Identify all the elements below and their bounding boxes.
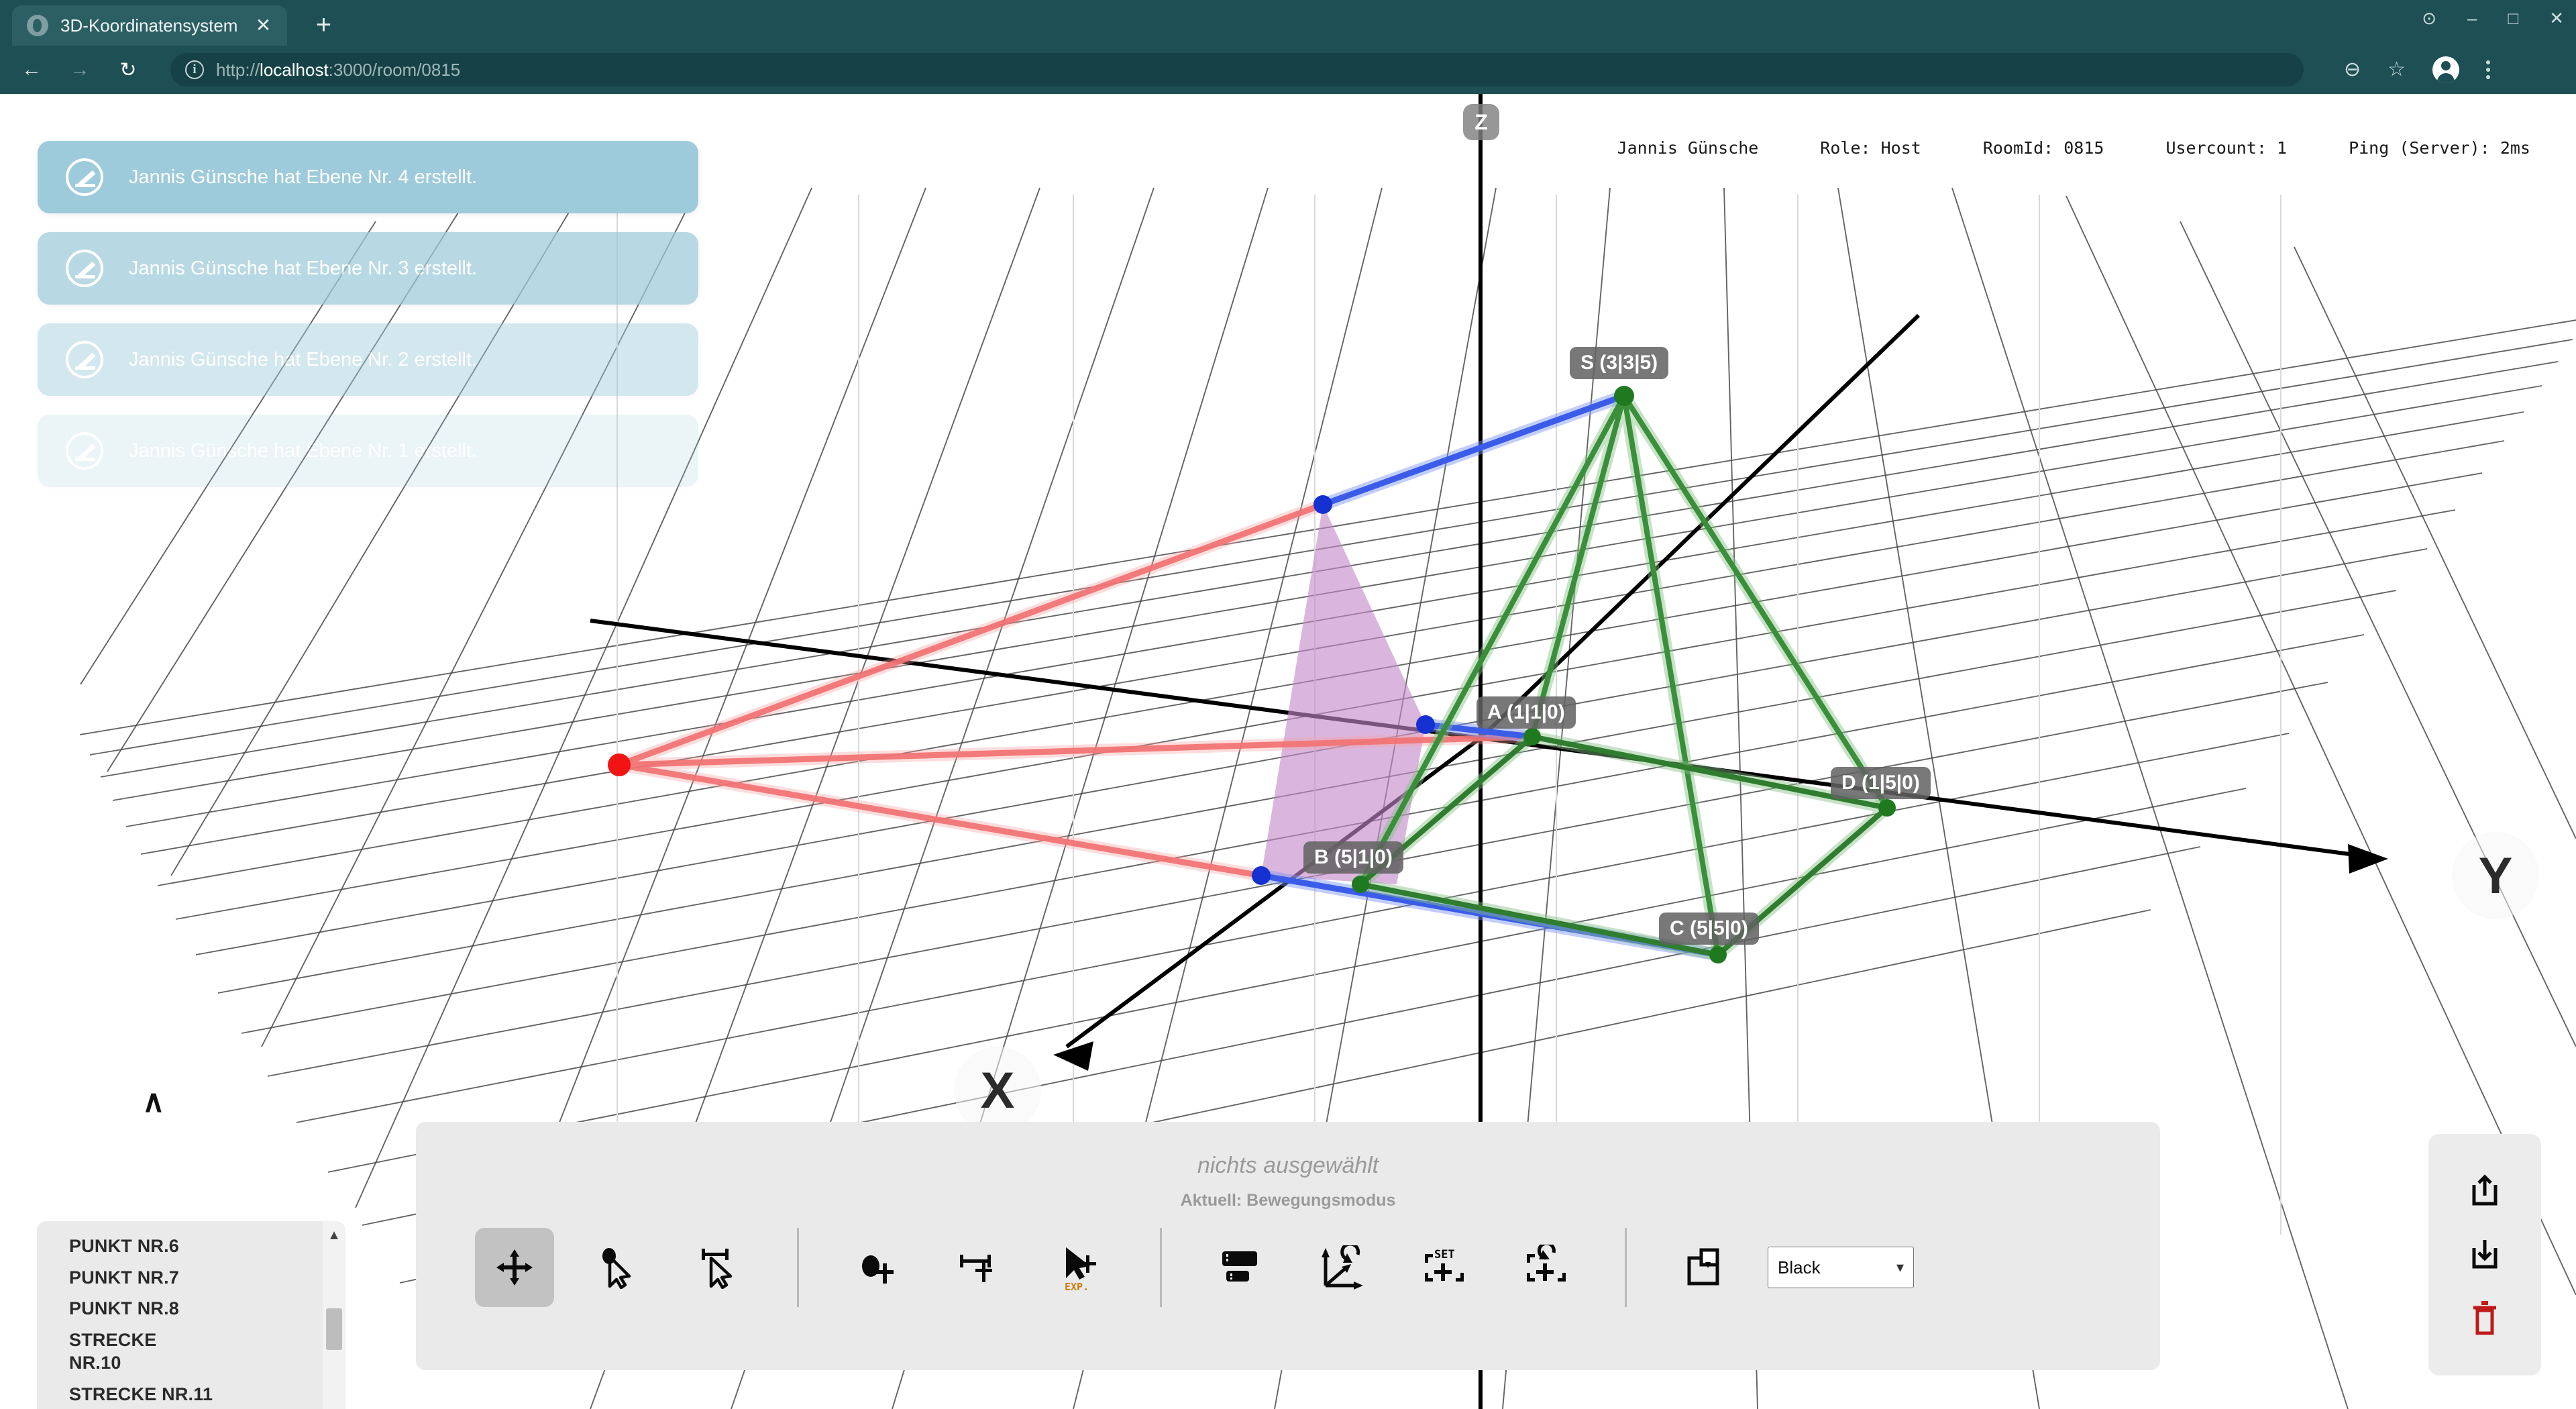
extension-icon[interactable]: ⊙ [2422, 9, 2436, 27]
close-icon[interactable]: ✕ [250, 16, 276, 35]
reload-button[interactable]: ↻ [113, 54, 144, 85]
tool-plane[interactable] [1201, 1228, 1280, 1307]
maximize-button[interactable]: □ [2508, 9, 2518, 27]
selection-status-text: nichts ausgewählt [1197, 1153, 1379, 1178]
point-label-d[interactable]: D (1|5|0) [1831, 767, 1931, 799]
notification-stack: Jannis Günsche hat Ebene Nr. 4 erstellt.… [38, 141, 698, 487]
axis-label-z: Z [1463, 104, 1499, 140]
download-button[interactable] [2456, 1226, 2514, 1284]
point-label-b[interactable]: B (5|1|0) [1303, 841, 1403, 874]
toolbar-divider [1625, 1228, 1627, 1307]
toast-notification[interactable]: Jannis Günsche hat Ebene Nr. 1 erstellt. [38, 415, 698, 487]
color-select-value: Black [1778, 1257, 1821, 1277]
list-item[interactable]: STRECKE NR.11 [69, 1379, 213, 1409]
url-text: http://localhost:3000/room/0815 [216, 60, 460, 81]
site-info-icon[interactable]: i [185, 60, 204, 79]
object-list-panel[interactable]: PUNKT NR.6 PUNKT NR.7 PUNKT NR.8 STRECKE… [37, 1221, 345, 1409]
browser-window: 3D-Koordinatensystem ✕ + ⊙ – □ ✕ ← → ↻ i… [0, 0, 2576, 1409]
chevron-down-icon: ▾ [1896, 1259, 1904, 1275]
tool-add-line[interactable] [940, 1228, 1019, 1307]
minimize-button[interactable]: – [2467, 9, 2477, 27]
toast-message: Jannis Günsche hat Ebene Nr. 1 erstellt. [129, 439, 478, 462]
bookmark-star-icon[interactable]: ☆ [2387, 60, 2406, 80]
file-actions-panel [2428, 1134, 2541, 1375]
toast-message: Jannis Günsche hat Ebene Nr. 3 erstellt. [129, 257, 478, 279]
forward-button[interactable]: → [64, 54, 95, 85]
url-path: :3000/room/0815 [328, 59, 461, 80]
toolbar-status: nichts ausgewählt Aktuell: Bewegungsmodu… [416, 1122, 2160, 1210]
toast-notification[interactable]: Jannis Günsche hat Ebene Nr. 3 erstellt. [38, 232, 698, 305]
color-select[interactable]: Black ▾ [1768, 1247, 1914, 1288]
list-scrollbar[interactable]: ▲ ▼ [323, 1221, 345, 1409]
list-item[interactable]: STRECKE NR.10 [69, 1324, 213, 1379]
status-roomid: RoomId: 0815 [1982, 138, 2104, 158]
svg-text:SET: SET [1434, 1248, 1455, 1261]
url-scheme: http:// [216, 59, 260, 80]
list-item[interactable]: PUNKT NR.8 [69, 1293, 213, 1324]
new-tab-button[interactable]: + [307, 10, 339, 40]
pencil-icon [66, 158, 103, 196]
address-bar[interactable]: i http://localhost:3000/room/0815 [170, 53, 2304, 87]
status-usercount: Usercount: 1 [2165, 138, 2288, 158]
favicon-icon [27, 15, 48, 36]
menu-icon[interactable] [2486, 60, 2491, 79]
tool-toolbar: nichts ausgewählt Aktuell: Bewegungsmodu… [416, 1122, 2160, 1370]
point-label-a[interactable]: A (1|1|0) [1477, 696, 1576, 729]
toast-notification[interactable]: Jannis Günsche hat Ebene Nr. 4 erstellt. [38, 141, 698, 213]
session-status-bar: Jannis Günsche Role: Host RoomId: 0815 U… [1617, 138, 2530, 158]
axis-label-y: Y [2452, 832, 2539, 919]
list-item[interactable]: PUNKT NR.7 [69, 1262, 213, 1294]
toast-notification[interactable]: Jannis Günsche hat Ebene Nr. 2 erstellt. [38, 323, 698, 396]
list-item[interactable]: PUNKT NR.6 [69, 1231, 213, 1262]
tool-buttons: EXP. SET Black ▾ [416, 1210, 2160, 1307]
tool-reset-view[interactable] [1507, 1228, 1586, 1307]
object-list-items: PUNKT NR.6 PUNKT NR.7 PUNKT NR.8 STRECKE… [37, 1221, 323, 1409]
point-label-s[interactable]: S (3|3|5) [1570, 347, 1669, 379]
status-role: Role: Host [1820, 138, 1921, 158]
window-controls: ⊙ – □ ✕ [2422, 9, 2564, 27]
back-button[interactable]: ← [16, 54, 47, 85]
tool-move-mode[interactable] [475, 1228, 554, 1307]
pencil-icon [66, 432, 103, 470]
window-close-button[interactable]: ✕ [2549, 9, 2564, 27]
status-ping: Ping (Server): 2ms [2349, 138, 2530, 158]
current-mode-text: Aktuell: Bewegungsmodus [1180, 1191, 1396, 1210]
tool-add-experimental[interactable]: EXP. [1042, 1228, 1121, 1307]
scroll-up-icon[interactable]: ▲ [327, 1228, 341, 1243]
tab-title: 3D-Koordinatensystem [60, 15, 238, 36]
toolbar-divider [797, 1228, 799, 1307]
tool-background[interactable] [1666, 1228, 1745, 1307]
tool-rotate-axes[interactable] [1303, 1228, 1382, 1307]
tool-add-point[interactable] [838, 1228, 917, 1307]
toolbar-divider [1160, 1228, 1162, 1307]
zoom-out-icon[interactable]: ⊖ [2344, 60, 2361, 80]
profile-avatar[interactable] [2432, 56, 2460, 83]
browser-tab[interactable]: 3D-Koordinatensystem ✕ [12, 5, 288, 46]
delete-button[interactable] [2456, 1290, 2514, 1347]
tab-strip: 3D-Koordinatensystem ✕ + ⊙ – □ ✕ [0, 0, 2576, 46]
axis-label-x: X [954, 1047, 1041, 1134]
browser-toolbar: ← → ↻ i http://localhost:3000/room/0815 … [0, 46, 2576, 94]
pencil-icon [66, 250, 103, 287]
toast-message: Jannis Günsche hat Ebene Nr. 2 erstellt. [129, 348, 478, 370]
toolbar-actions: ⊖ ☆ [2330, 56, 2491, 83]
point-label-c[interactable]: C (5|5|0) [1659, 912, 1759, 945]
tool-select-line[interactable] [679, 1228, 758, 1307]
upload-button[interactable] [2456, 1163, 2514, 1220]
page-viewport: Z X Y S (3|3|5) A (1|1|0) B (5|1|0) C (5… [0, 94, 2576, 1409]
status-username: Jannis Günsche [1617, 138, 1759, 158]
tool-set-view[interactable]: SET [1405, 1228, 1484, 1307]
tool-select-point[interactable] [577, 1228, 656, 1307]
scrollbar-thumb[interactable] [326, 1308, 342, 1350]
toast-message: Jannis Günsche hat Ebene Nr. 4 erstellt. [129, 166, 478, 188]
url-host: localhost [260, 59, 329, 80]
svg-text:EXP.: EXP. [1065, 1281, 1089, 1292]
pencil-icon [66, 341, 103, 378]
collapse-list-button[interactable]: ∧ [142, 1086, 165, 1116]
